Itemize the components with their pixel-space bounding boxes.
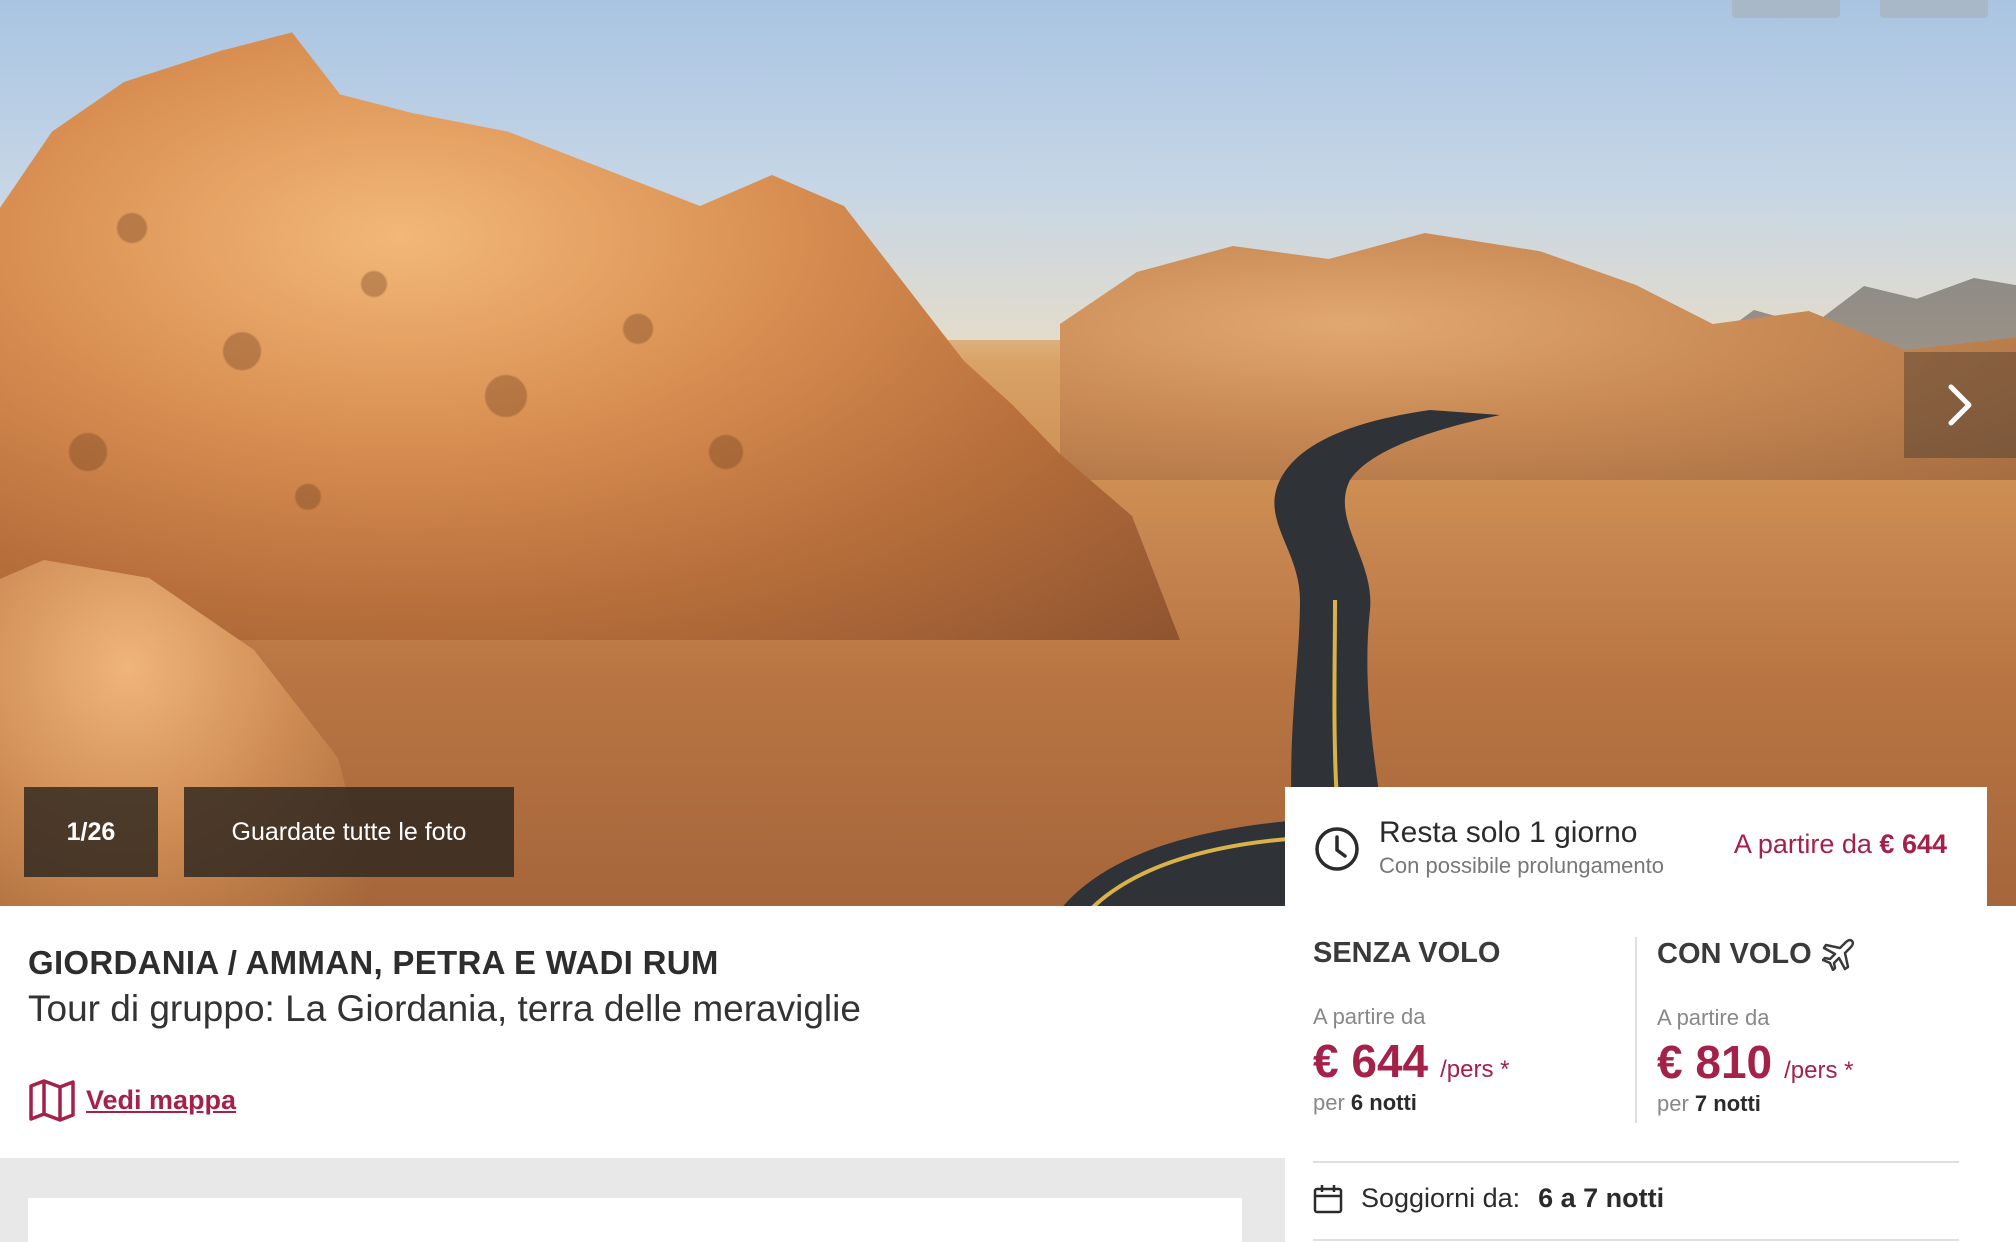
deadline-notice: Resta solo 1 giorno Con possibile prolun… — [1313, 815, 1664, 879]
calendar-icon — [1313, 1184, 1343, 1213]
without-flight-per-person: /pers * — [1440, 1056, 1510, 1083]
with-flight-from-label: A partire da — [1657, 1005, 1770, 1030]
with-flight-option[interactable]: CON VOLO A partire da € 810 /pers * per … — [1657, 937, 1856, 1117]
airplane-icon — [1821, 938, 1854, 971]
with-flight-heading-label: CON VOLO — [1657, 937, 1812, 970]
photo-counter: 1/26 — [24, 787, 158, 877]
without-flight-per-label: per — [1313, 1090, 1345, 1115]
column-divider — [1635, 937, 1637, 1123]
without-flight-price-amount: € 644 — [1313, 1035, 1429, 1087]
section-divider — [1313, 1161, 1959, 1163]
starting-price-summary: A partire da € 644 — [1734, 829, 1947, 860]
without-flight-nights-value: 6 notti — [1350, 1090, 1417, 1115]
booking-panel: Resta solo 1 giorno Con possibile prolun… — [1285, 787, 1987, 1242]
with-flight-price-amount: € 810 — [1657, 1036, 1773, 1088]
with-flight-nights-value: 7 notti — [1694, 1091, 1761, 1116]
view-all-photos-button[interactable]: Guardate tutte le foto — [184, 787, 514, 877]
starting-price-label: A partire da — [1733, 829, 1872, 859]
deadline-title: Resta solo 1 giorno — [1379, 816, 1638, 849]
stay-duration-value: 6 a 7 notti — [1538, 1183, 1665, 1213]
without-flight-heading: SENZA VOLO — [1313, 937, 1510, 970]
without-flight-option[interactable]: SENZA VOLO A partire da € 644 /pers * pe… — [1313, 937, 1510, 1116]
with-flight-heading: CON VOLO — [1657, 937, 1856, 971]
stay-duration[interactable]: Soggiorni da: 6 a 7 notti — [1313, 1183, 1664, 1214]
next-photo-button[interactable] — [1904, 352, 2016, 458]
without-flight-price: € 644 /pers * — [1313, 1034, 1510, 1088]
content-card — [28, 1198, 1242, 1242]
deadline-subtitle: Con possibile prolungamento — [1379, 853, 1664, 878]
hero-photo[interactable] — [0, 0, 2016, 906]
view-map-label[interactable]: Vedi mappa — [86, 1085, 236, 1116]
view-map-link[interactable]: Vedi mappa — [28, 1078, 236, 1122]
section-divider — [1313, 1239, 1959, 1241]
stay-duration-label: Soggiorni da: — [1361, 1183, 1521, 1213]
road-lower-curve — [1063, 820, 1300, 906]
with-flight-nights: per 7 notti — [1657, 1091, 1856, 1117]
with-flight-price: € 810 /pers * — [1657, 1035, 1856, 1089]
without-flight-from-label: A partire da — [1313, 1004, 1426, 1029]
clock-icon — [1315, 827, 1359, 871]
with-flight-per-label: per — [1657, 1091, 1689, 1116]
page-subtitle: Tour di gruppo: La Giordania, terra dell… — [28, 988, 861, 1029]
map-icon — [29, 1079, 75, 1122]
with-flight-per-person: /pers * — [1784, 1057, 1854, 1084]
top-action-button[interactable] — [1880, 0, 1988, 18]
page: 1/26 Guardate tutte le foto GIORDANIA / … — [0, 0, 2016, 1242]
top-action-button[interactable] — [1732, 0, 1840, 18]
page-title: GIORDANIA / AMMAN, PETRA E WADI RUM — [28, 944, 719, 981]
without-flight-heading-label: SENZA VOLO — [1313, 937, 1501, 969]
without-flight-nights: per 6 notti — [1313, 1090, 1510, 1116]
chevron-right-icon — [1948, 384, 1972, 426]
starting-price-value: € 644 — [1879, 829, 1947, 859]
